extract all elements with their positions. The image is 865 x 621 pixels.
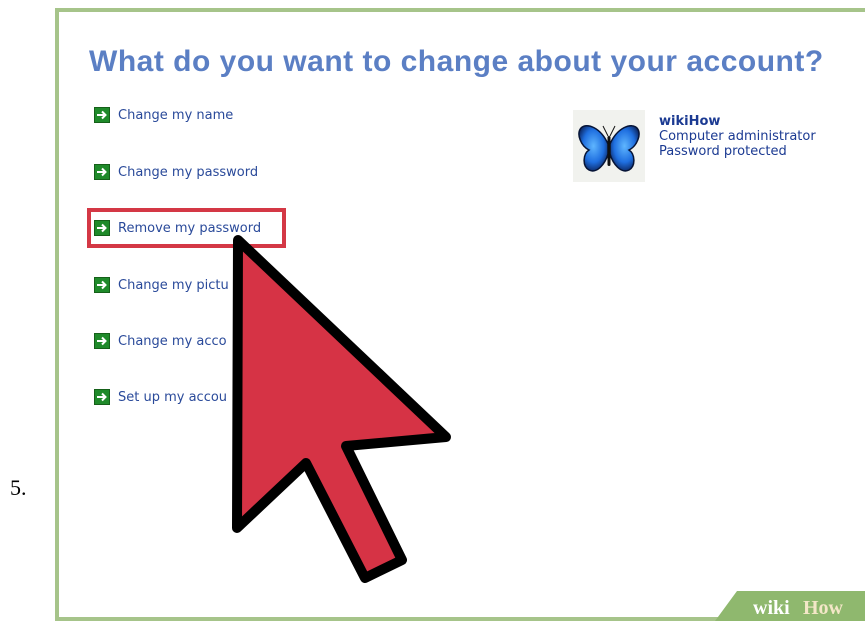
watermark-how: How xyxy=(803,597,844,619)
account-status: Password protected xyxy=(659,144,787,159)
green-arrow-icon xyxy=(94,333,110,349)
butterfly-icon xyxy=(578,124,640,172)
highlight-box xyxy=(87,208,286,248)
task-label: Change my pictu xyxy=(118,277,229,293)
green-arrow-icon xyxy=(94,107,110,123)
account-name: wikiHow xyxy=(659,114,721,129)
green-arrow-icon xyxy=(94,277,110,293)
green-arrow-icon xyxy=(94,164,110,180)
task-label: Change my acco xyxy=(118,333,227,349)
task-label: Set up my accou xyxy=(118,389,228,405)
wikihow-watermark: wiki How xyxy=(715,591,865,621)
account-picture[interactable] xyxy=(573,110,645,182)
set-up-account-link[interactable]: Set up my accou xyxy=(94,386,227,408)
account-info: wikiHow Computer administrator Password … xyxy=(659,114,816,159)
account-role: Computer administrator xyxy=(659,129,816,144)
watermark-wiki: wiki xyxy=(753,597,790,619)
green-arrow-icon xyxy=(94,389,110,405)
change-picture-link[interactable]: Change my pictu xyxy=(94,274,229,296)
task-label: Change my name xyxy=(118,107,234,123)
change-name-link[interactable]: Change my name xyxy=(94,104,233,126)
step-number: 5. xyxy=(10,475,27,500)
user-accounts-panel: What do you want to change about your ac… xyxy=(55,8,865,621)
change-password-link[interactable]: Change my password xyxy=(94,161,258,183)
task-label: Change my password xyxy=(118,164,259,180)
page-title: What do you want to change about your ac… xyxy=(89,45,824,78)
change-account-type-link[interactable]: Change my acco xyxy=(94,330,227,352)
